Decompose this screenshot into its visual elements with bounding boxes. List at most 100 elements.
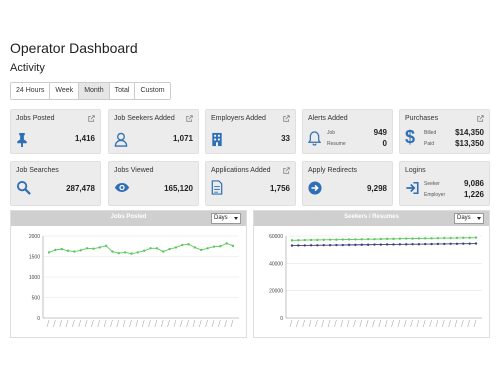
x-tick-mark: [397, 319, 401, 328]
tab-week[interactable]: Week: [50, 83, 80, 99]
x-tick-mark: [372, 319, 375, 328]
external-link-icon[interactable]: [283, 115, 290, 122]
x-tick-mark: [205, 319, 208, 328]
x-tick-mark: [218, 319, 221, 328]
tab-24-hours[interactable]: 24 Hours: [11, 83, 51, 99]
employer-value: 1,226: [463, 190, 484, 199]
data-point: [290, 239, 294, 242]
external-link-icon[interactable]: [477, 115, 484, 122]
x-tick-mark: [141, 319, 145, 328]
card-title: Job Seekers Added: [114, 115, 175, 122]
x-tick-mark: [46, 319, 50, 328]
bell-icon: [308, 131, 321, 146]
card-title: Applications Added: [211, 167, 271, 174]
x-tick-mark: [467, 319, 470, 328]
card-job-seekers-added: Job Seekers Added 1,071: [108, 109, 199, 154]
data-point: [303, 238, 306, 242]
external-link-icon[interactable]: [186, 115, 193, 122]
data-point: [474, 242, 478, 245]
resume-label: Resume: [327, 141, 346, 147]
card-title: Alerts Added: [308, 115, 348, 122]
card-value: 287,478: [66, 184, 95, 193]
y-tick-label: 20000: [269, 289, 283, 295]
data-point: [206, 247, 209, 250]
period-select-value: Days: [457, 215, 471, 221]
x-tick-mark: [321, 319, 324, 328]
seekers-resumes-chart-panel: Seekers / Resumes Days 0 20000 40000 60000: [253, 210, 490, 338]
data-point: [162, 250, 165, 253]
x-tick-mark: [454, 319, 458, 328]
x-tick-mark: [110, 319, 113, 328]
arrow-circle-icon: [308, 181, 322, 195]
tab-custom[interactable]: Custom: [135, 83, 170, 99]
data-point: [347, 243, 351, 247]
data-point: [54, 248, 57, 252]
resume-value: 0: [382, 139, 387, 148]
paid-value: $13,350: [455, 139, 484, 148]
period-select[interactable]: Days: [211, 213, 241, 224]
x-tick-mark: [167, 319, 170, 328]
data-point: [174, 246, 178, 249]
card-alerts-added: Alerts Added Job 949 Resume 0: [302, 109, 393, 154]
external-link-icon[interactable]: [88, 115, 95, 122]
x-tick-mark: [315, 319, 318, 328]
tab-total[interactable]: Total: [109, 83, 136, 99]
data-point: [455, 242, 459, 245]
data-point: [455, 236, 459, 240]
panel-header: Jobs Posted Days: [11, 211, 246, 226]
data-point: [98, 246, 101, 249]
page-subtitle: Activity: [10, 62, 45, 74]
x-tick-mark: [160, 319, 164, 328]
data-point: [187, 243, 190, 246]
data-point: [335, 243, 338, 247]
x-tick-mark: [129, 319, 132, 328]
card-value: 1,416: [74, 134, 95, 143]
data-point: [181, 243, 184, 247]
data-point: [309, 238, 313, 242]
x-tick-mark: [91, 319, 94, 328]
data-point: [385, 237, 389, 241]
y-tick-label: 1000: [29, 275, 40, 281]
data-point: [290, 244, 294, 247]
data-point: [104, 244, 108, 248]
data-point: [168, 247, 171, 251]
card-value: 9,298: [366, 184, 387, 193]
x-tick-mark: [308, 319, 312, 328]
search-icon: [16, 180, 31, 195]
data-point: [328, 243, 332, 247]
data-point: [212, 245, 216, 248]
card-purchases: Purchases $ Billed $14,350 Paid $13,350: [399, 109, 490, 154]
y-tick-label: 500: [32, 296, 41, 302]
data-point: [443, 242, 446, 246]
caret-down-icon: [477, 217, 481, 220]
external-link-icon[interactable]: [283, 167, 290, 174]
building-icon: [212, 132, 222, 147]
x-tick-mark: [378, 319, 382, 328]
card-title: Apply Redirects: [308, 167, 358, 174]
card-value: 165,120: [164, 184, 193, 193]
data-point: [462, 236, 465, 239]
x-tick-mark: [180, 319, 183, 328]
data-point: [219, 245, 222, 248]
sign-in-icon: [406, 181, 419, 195]
period-select[interactable]: Days: [454, 213, 484, 224]
document-icon: [211, 180, 223, 195]
x-tick-mark: [448, 319, 451, 328]
data-point: [111, 250, 114, 253]
x-tick-mark: [148, 319, 151, 328]
data-point: [354, 238, 357, 241]
data-point: [392, 243, 395, 246]
x-tick-mark: [416, 319, 420, 328]
data-point: [303, 244, 306, 247]
data-point: [366, 237, 370, 241]
data-point: [468, 242, 471, 245]
x-tick-mark: [365, 319, 369, 328]
x-tick-mark: [327, 319, 331, 328]
card-value: 1,756: [269, 184, 290, 193]
tab-month[interactable]: Month: [79, 83, 110, 99]
x-tick-mark: [410, 319, 413, 328]
data-point: [47, 251, 51, 254]
data-point: [341, 243, 344, 247]
data-point: [322, 238, 325, 242]
series-line: [291, 243, 477, 247]
